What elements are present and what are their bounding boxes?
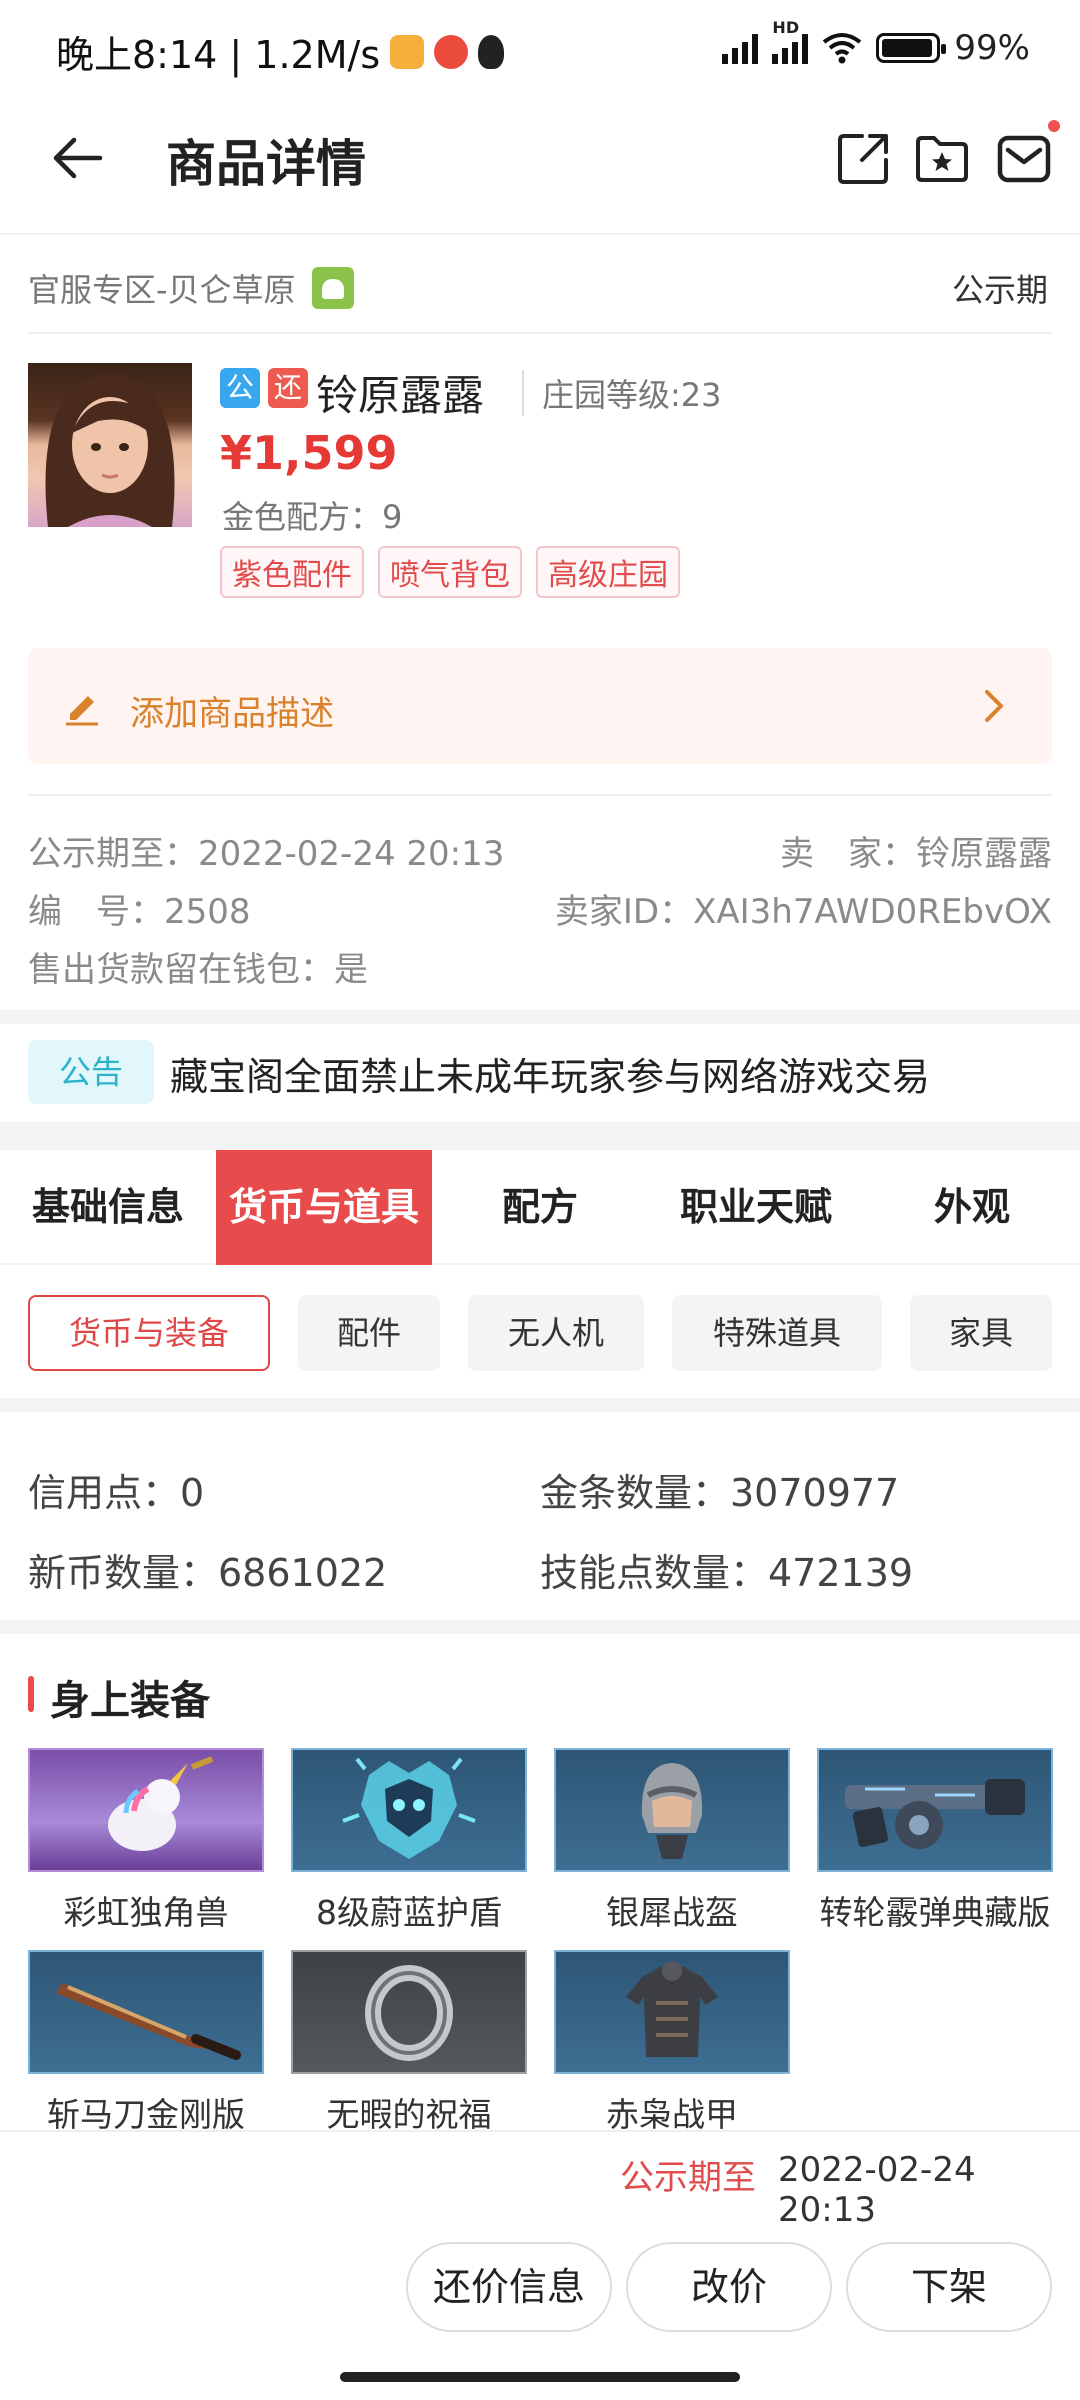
armor-item-image	[554, 1950, 790, 2074]
battery-icon	[876, 33, 947, 63]
item-number: 编 号：2508	[28, 892, 251, 932]
edit-pencil-icon	[66, 696, 98, 726]
status-label: 公示期	[951, 271, 1048, 309]
gold-recipe-count: 金色配方：9	[222, 498, 403, 536]
equipment-item[interactable]: 8级蔚蓝护盾	[291, 1748, 527, 1934]
seller-id: 卖家ID：XAI3h7AWD0REbvOX	[554, 892, 1052, 932]
signal-icon	[722, 32, 759, 64]
notes-app-icon	[390, 34, 425, 69]
equipment-title: 身上装备	[50, 1678, 210, 1724]
equipment-item[interactable]: 斩马刀金刚版	[28, 1950, 264, 2136]
subtab-drones[interactable]: 无人机	[468, 1295, 644, 1371]
status-bar: 晚上8:14 | 1.2M/s HD 99%	[0, 0, 1080, 100]
blade-item-image	[28, 1950, 264, 2074]
tag-list: 紫色配件 喷气背包 高级庄园	[220, 546, 680, 598]
price: ¥1,599	[220, 426, 398, 480]
item-name: 银犀战盔	[606, 1893, 738, 1932]
item-name: 赤枭战甲	[606, 2095, 738, 2134]
unicorn-item-image	[28, 1748, 264, 1872]
server-row: 官服专区-贝仑草原	[28, 265, 354, 311]
section-separator	[0, 1122, 1080, 1150]
announcement-badge: 公告	[28, 1040, 154, 1104]
page-title: 商品详情	[166, 135, 366, 193]
delist-button[interactable]: 下架	[846, 2242, 1052, 2332]
credit-points: 信用点：0	[28, 1471, 205, 1515]
public-badge: 公	[220, 368, 260, 408]
ring-item-image	[291, 1950, 527, 2074]
server-name: 官服专区-贝仑草原	[28, 271, 296, 309]
divider	[0, 2130, 1080, 2132]
shield-item-image	[291, 1748, 527, 1872]
subtab-accessories[interactable]: 配件	[298, 1295, 440, 1371]
tab-talents[interactable]: 职业天赋	[648, 1150, 864, 1265]
favorite-folder-icon[interactable]	[912, 128, 972, 188]
subtab-currency-equipment[interactable]: 货币与装备	[28, 1295, 270, 1371]
unread-dot	[1048, 120, 1060, 132]
status-time-speed: 晚上8:14 | 1.2M/s	[56, 33, 381, 77]
status-left: 晚上8:14 | 1.2M/s	[56, 24, 505, 79]
shotgun-item-image	[817, 1748, 1053, 1872]
item-name: 8级蔚蓝护盾	[316, 1893, 502, 1932]
section-marker	[28, 1676, 34, 1712]
subtab-furniture[interactable]: 家具	[910, 1295, 1052, 1371]
status-right: HD 99%	[722, 18, 1030, 68]
alarm-app-icon	[434, 34, 469, 69]
android-icon	[311, 267, 354, 309]
equipment-item[interactable]: 转轮霰弹典藏版	[817, 1748, 1053, 1934]
new-coins: 新币数量：6861022	[28, 1551, 388, 1595]
item-name: 彩虹独角兽	[63, 1893, 229, 1932]
tag: 高级庄园	[536, 546, 680, 598]
item-name: 转轮霰弹典藏版	[819, 1893, 1051, 1932]
item-name: 斩马刀金刚版	[47, 2095, 245, 2134]
tab-basic-info[interactable]: 基础信息	[0, 1150, 216, 1265]
tag: 喷气背包	[378, 546, 522, 598]
estate-level: 庄园等级:23	[522, 370, 722, 416]
section-separator	[0, 1010, 1080, 1024]
item-name: 无暇的祝福	[326, 2095, 492, 2134]
character-avatar	[28, 363, 192, 527]
share-icon[interactable]	[834, 128, 894, 188]
wifi-icon	[823, 33, 862, 64]
footer-period-value: 2022-02-24 20:13	[778, 2150, 976, 2230]
seller-name: 卖 家：铃原露露	[780, 834, 1052, 874]
section-separator	[0, 1620, 1080, 1634]
battery-percent: 99%	[954, 28, 1030, 68]
wallet-setting: 售出货款留在钱包：是	[28, 950, 368, 990]
helmet-item-image	[554, 1748, 790, 1872]
gold-bars: 金条数量：3070977	[540, 1471, 900, 1515]
tab-bar: 基础信息 货币与道具 配方 职业天赋 外观	[0, 1150, 1080, 1265]
tab-currency-items[interactable]: 货币与道具	[216, 1150, 432, 1265]
divider	[28, 332, 1052, 334]
bargain-info-button[interactable]: 还价信息	[406, 2242, 612, 2332]
section-separator	[0, 1398, 1080, 1412]
tab-appearance[interactable]: 外观	[864, 1150, 1080, 1265]
network-label: HD	[772, 18, 800, 37]
message-icon[interactable]	[994, 128, 1054, 188]
equipment-item[interactable]: 彩虹独角兽	[28, 1748, 264, 1934]
equipment-item[interactable]: 无暇的祝福	[291, 1950, 527, 2136]
footer-period-label: 公示期至	[620, 2158, 756, 2198]
equipment-item[interactable]: 银犀战盔	[554, 1748, 790, 1934]
announcement-text[interactable]: 藏宝阁全面禁止未成年玩家参与网络游戏交易	[170, 1046, 930, 1101]
back-arrow-icon[interactable]	[48, 128, 108, 188]
bargain-badge: 还	[268, 368, 308, 408]
signal-hd-icon: HD	[772, 18, 809, 64]
equipment-item[interactable]: 赤枭战甲	[554, 1950, 790, 2136]
tab-recipes[interactable]: 配方	[432, 1150, 648, 1265]
tag: 紫色配件	[220, 546, 364, 598]
chevron-right-icon	[985, 690, 1003, 722]
public-period: 公示期至：2022-02-24 20:13	[28, 834, 505, 874]
subtab-special-items[interactable]: 特殊道具	[672, 1295, 882, 1371]
skill-points: 技能点数量：472139	[540, 1551, 914, 1595]
character-name: 铃原露露	[316, 371, 485, 420]
change-price-button[interactable]: 改价	[626, 2242, 832, 2332]
divider	[28, 794, 1052, 796]
home-indicator[interactable]	[340, 2372, 740, 2382]
add-description-label: 添加商品描述	[130, 694, 334, 734]
qq-penguin-icon	[478, 34, 505, 69]
